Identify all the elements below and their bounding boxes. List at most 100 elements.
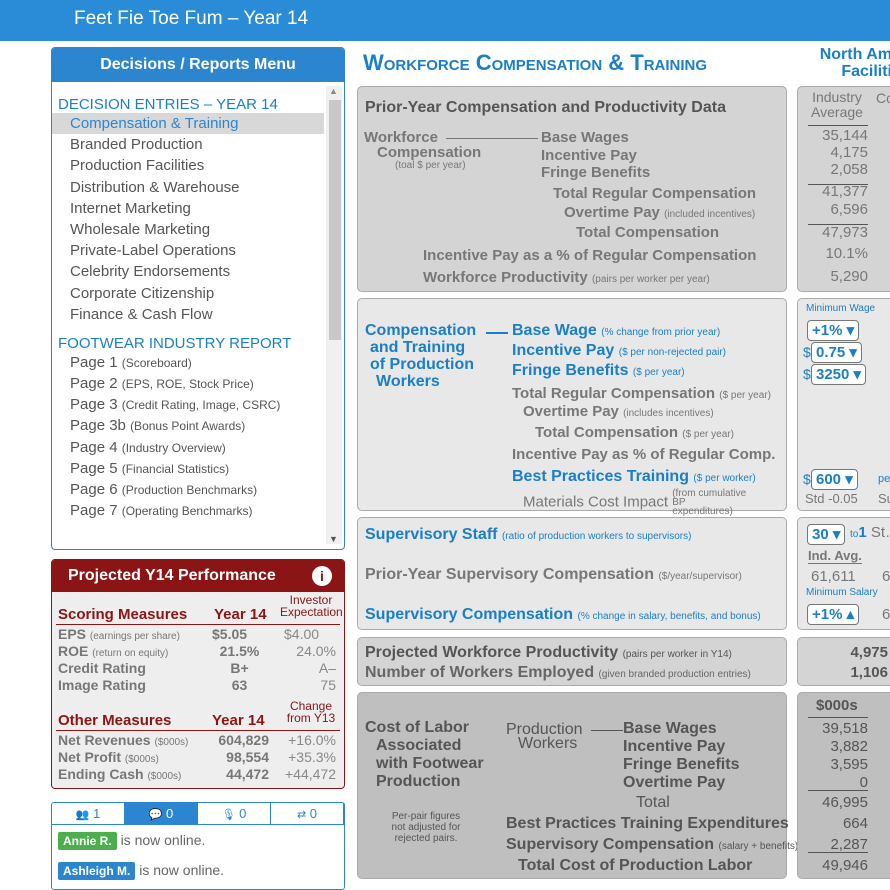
other-measures-heading: Other Measures <box>58 712 172 729</box>
labor-value: 2,287 <box>830 836 868 853</box>
labor-values-panel: $000s 39,518 3,882 3,595 0 46,995 664 2,287 49,… <box>797 692 890 879</box>
labor-group-label: with Footwear <box>376 755 484 772</box>
ratio-select[interactable]: 30 ▾ <box>807 524 846 545</box>
std2-label: Su… <box>878 491 890 506</box>
row-total-regular: Total Regular Compensation <box>553 185 757 202</box>
industry-avg-value: 6,596 <box>830 201 868 218</box>
microphone-icon: 🎙 <box>221 809 236 821</box>
labor-row-label: Incentive Pay <box>623 738 726 755</box>
scroll-down-icon[interactable]: ▼ <box>329 534 338 544</box>
labor-row-label: Best Practices Training Expenditures <box>506 815 789 832</box>
user-badge[interactable]: Ashleigh M. <box>58 862 136 880</box>
scroll-up-icon[interactable]: ▲ <box>329 86 338 96</box>
menu-scrollbar[interactable]: ▲ ▼ <box>326 86 342 544</box>
scoring-row-label: Image Rating <box>58 677 146 693</box>
menu-item-report[interactable]: Page 3b (Bonus Point Awards) <box>52 415 324 436</box>
report-page: Page 5 <box>70 459 118 477</box>
scoring-expectation-value: A– <box>318 660 336 676</box>
change-col-header: Change from Y13 <box>286 699 336 725</box>
labor-value: 0 <box>859 774 868 791</box>
tab-count: 0 <box>309 806 318 821</box>
company-col-header: Co… <box>876 90 890 106</box>
info-icon[interactable]: i <box>312 566 332 586</box>
report-page: Page 4 <box>70 438 118 456</box>
sup-comp-note: (% change in salary, benefits, and bonus… <box>577 611 761 622</box>
labor-row-label: Overtime Pay <box>623 774 726 791</box>
workers-value: 1,106 <box>850 664 888 681</box>
other-change-value: +16.0% <box>288 732 336 748</box>
user-badge[interactable]: Annie R. <box>58 832 117 850</box>
menu-item-report[interactable]: Page 1 (Scoreboard) <box>52 352 324 373</box>
min-salary-label: Minimum Salary <box>806 587 878 598</box>
fringe-label: Fringe Benefits <box>512 362 629 379</box>
decisions-group-label: Compensation <box>365 322 477 339</box>
menu-item-report[interactable]: Page 2 (EPS, ROE, Stock Price) <box>52 373 324 394</box>
menu-item-decision[interactable]: Private-Label Operations <box>52 240 324 261</box>
industry-avg-value: 41,377 <box>822 183 868 200</box>
workers-note: (given branded production entries) <box>598 669 751 680</box>
decisions-group-label: and Training <box>370 339 466 356</box>
app-title: Feet Fie Toe Fum – Year 14 <box>74 8 309 29</box>
menu-item-decision[interactable]: Internet Marketing <box>52 198 324 219</box>
menu-item-report[interactable]: Page 7 (Operating Benchmarks) <box>52 500 324 521</box>
report-desc: (Industry Overview) <box>121 440 226 455</box>
total-note: ($ per year) <box>682 429 734 440</box>
menu-item-report[interactable]: Page 4 (Industry Overview) <box>52 437 324 458</box>
labor-group-label: Associated <box>376 737 462 754</box>
compensation-label: Compensation <box>377 144 482 161</box>
labor-value: 46,995 <box>822 794 868 811</box>
chat-tab[interactable]: 💬 0 <box>125 803 198 825</box>
bp-training-select[interactable]: 600 ▾ <box>811 469 858 490</box>
supervisory-comp-label: Supervisory Compensation <box>365 606 574 623</box>
menu-item-decision[interactable]: Distribution & Warehouse <box>52 177 324 198</box>
menu-item-report[interactable]: Page 6 (Production Benchmarks) <box>52 479 324 500</box>
fringe-select[interactable]: 3250 ▾ <box>811 364 867 385</box>
menu-item-decision[interactable]: Production Facilities <box>52 155 324 176</box>
chat-tab[interactable]: ⇄ 0 <box>271 803 344 825</box>
incentive-select[interactable]: 0.75 ▾ <box>811 342 862 363</box>
menu-title: Decisions / Reports Menu <box>52 48 344 82</box>
message-text: is now online. <box>120 832 206 848</box>
incentive-label: Incentive Pay <box>512 342 615 359</box>
workers-label: Number of Workers Employed <box>365 664 595 681</box>
row-overtime: Overtime Pay <box>564 204 660 221</box>
labor-value: 3,595 <box>830 756 868 773</box>
other-row-label: Net Profit ($000s) <box>58 749 159 765</box>
chat-tab[interactable]: 🎙 0 <box>198 803 271 825</box>
report-desc: (Credit Rating, Image, CSRC) <box>121 398 281 413</box>
menu-item-report[interactable]: Page 5 (Financial Statistics) <box>52 458 324 479</box>
right-section-title: North Am… Faciliti… <box>819 46 890 80</box>
menu-item-decision[interactable]: Branded Production <box>52 134 324 155</box>
labor-value: 664 <box>842 815 868 832</box>
other-row-label: Ending Cash ($000s) <box>58 766 182 782</box>
menu-item-decision[interactable]: Corporate Citizenship <box>52 283 324 304</box>
prior-supervisory-label: Prior-Year Supervisory Compensation <box>365 566 654 583</box>
labor-row-label: Base Wages <box>623 720 717 737</box>
chat-message: Ashleigh M. is now online. <box>58 862 224 880</box>
expectation-col-header: Investor Expectation <box>280 593 343 619</box>
tab-count: 0 <box>166 806 174 821</box>
supervisory-comp-select[interactable]: +1% ▴ <box>807 604 860 625</box>
menu-item-decision[interactable]: Finance & Cash Flow <box>52 304 324 325</box>
menu-item-decision[interactable]: Celebrity Endorsements <box>52 261 324 282</box>
scoring-row-label: Credit Rating <box>58 660 146 676</box>
row-fringe-benefits: Fringe Benefits <box>541 164 651 181</box>
ind-avg-label: Ind. Avg. <box>808 548 862 564</box>
prior-heading: Prior-Year Compensation and Productivity… <box>365 99 726 116</box>
menu-item-report[interactable]: Page 3 (Credit Rating, Image, CSRC) <box>52 394 324 415</box>
prior-sup-note: ($/year/supervisor) <box>658 571 742 582</box>
chat-message: Annie R. is now online. <box>58 832 205 850</box>
base-wage-note: (% change from prior year) <box>601 327 721 338</box>
bp-note: ($ per worker) <box>693 473 756 484</box>
labor-cost-panel: Cost of Labor Associated with Footwear Prod… <box>357 692 798 879</box>
compensation-inputs-panel: Minimum Wage +1% ▾ $ 0.75 ▾ $ 3250 ▾ $ 6… <box>797 298 890 511</box>
labor-row-label: Total Cost of Production Labor <box>518 857 753 874</box>
report-desc: (Financial Statistics) <box>121 461 230 476</box>
base-wage-select[interactable]: +1% ▾ <box>807 320 860 341</box>
scrollbar-thumb[interactable] <box>329 100 341 340</box>
chat-tab[interactable]: 👥 1 <box>52 803 125 825</box>
menu-item-decision[interactable]: Wholesale Marketing <box>52 219 324 240</box>
projected-panel: Projected Workforce Productivity (pairs … <box>357 637 787 686</box>
menu-item-decision[interactable]: Compensation & Training <box>52 113 324 135</box>
message-text: is now online. <box>139 862 225 878</box>
